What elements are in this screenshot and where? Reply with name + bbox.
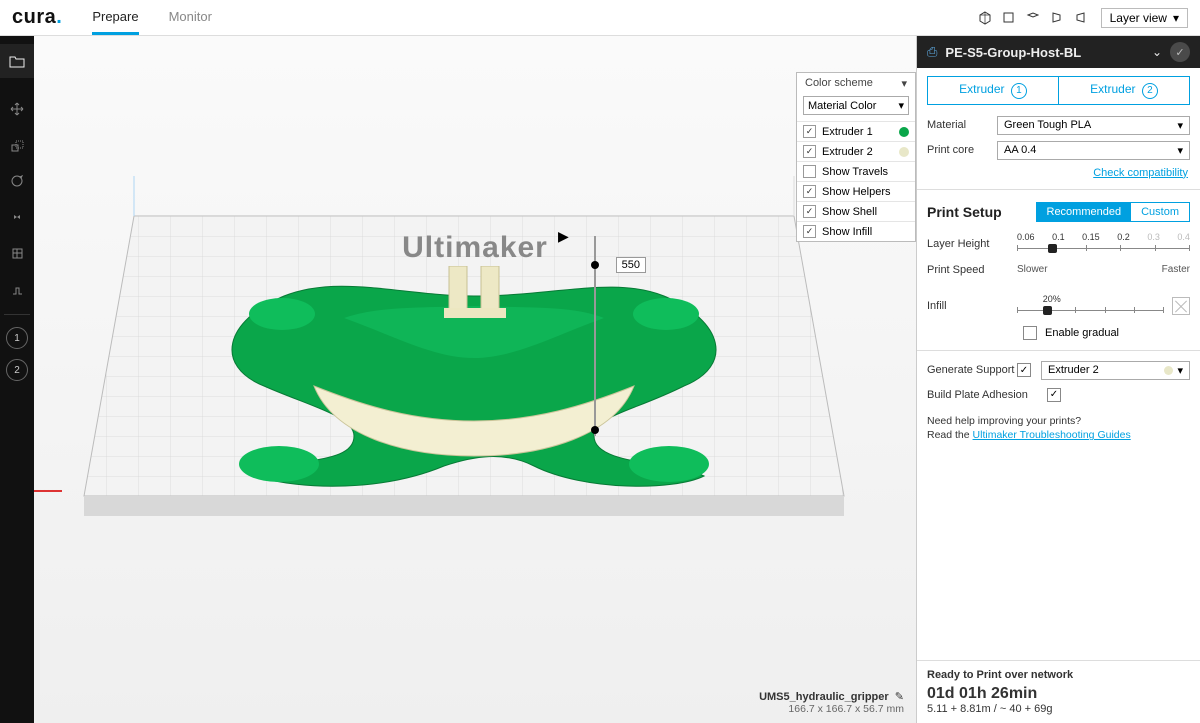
swatch-extruder-1 bbox=[899, 127, 909, 137]
layer-height-label: Layer Height bbox=[927, 238, 1017, 250]
troubleshooting-link[interactable]: Ultimaker Troubleshooting Guides bbox=[973, 429, 1131, 441]
layer-slider-bottom-knob[interactable] bbox=[591, 426, 599, 434]
per-model-tool[interactable] bbox=[0, 236, 34, 270]
model-dimensions: 166.7 x 166.7 x 56.7 mm bbox=[788, 703, 904, 715]
material-select[interactable]: Green Tough PLA▾ bbox=[997, 116, 1190, 135]
support-blocker-tool[interactable] bbox=[0, 272, 34, 306]
open-file-button[interactable] bbox=[0, 44, 34, 78]
label-extruder-2: Extruder 2 bbox=[822, 146, 873, 158]
layer-view-options: Color scheme ▾ Material Color▾ ✓ Extruder … bbox=[796, 72, 916, 242]
printer-icon: ⎙ bbox=[927, 44, 937, 60]
extruder-badge-2[interactable]: 2 bbox=[6, 359, 28, 381]
tab-prepare[interactable]: Prepare bbox=[92, 1, 138, 35]
view-left-icon[interactable] bbox=[1047, 8, 1067, 28]
material-label: Material bbox=[927, 119, 989, 131]
support-checkbox[interactable]: ✓ bbox=[1017, 363, 1031, 377]
checkbox-extruder-2[interactable]: ✓ bbox=[803, 145, 816, 158]
checkbox-helpers[interactable]: ✓ bbox=[803, 185, 816, 198]
axis-mark bbox=[34, 490, 62, 492]
mode-custom[interactable]: Custom bbox=[1131, 203, 1189, 221]
infill-label: Infill bbox=[927, 300, 1017, 312]
chevron-down-icon[interactable]: ▾ bbox=[901, 77, 907, 90]
label-travels: Show Travels bbox=[822, 166, 888, 178]
label-shell: Show Shell bbox=[822, 206, 877, 218]
brand-label: Ultimaker bbox=[402, 231, 548, 265]
viewport-3d[interactable]: Ultimaker ▶ 550 bbox=[34, 36, 916, 723]
print-setup-title: Print Setup bbox=[927, 204, 1002, 220]
help-question: Need help improving your prints? bbox=[927, 415, 1081, 427]
view-top-icon[interactable] bbox=[1023, 8, 1043, 28]
model-preview bbox=[194, 266, 754, 496]
mode-recommended[interactable]: Recommended bbox=[1037, 203, 1132, 221]
checkbox-shell[interactable]: ✓ bbox=[803, 205, 816, 218]
model-name: UMS5_hydraulic_gripper bbox=[759, 691, 889, 703]
color-scheme-label: Color scheme bbox=[805, 77, 873, 90]
checkbox-extruder-1[interactable]: ✓ bbox=[803, 125, 816, 138]
print-speed-label: Print Speed bbox=[927, 264, 1017, 276]
extruder-2-tab[interactable]: Extruder 2 bbox=[1058, 77, 1189, 104]
support-label: Generate Support bbox=[927, 364, 1017, 376]
rotate-tool[interactable] bbox=[0, 164, 34, 198]
printcore-label: Print core bbox=[927, 144, 989, 156]
status-title: Ready to Print over network bbox=[927, 669, 1190, 681]
checkbox-infill[interactable]: ✓ bbox=[803, 225, 816, 238]
adhesion-label: Build Plate Adhesion bbox=[927, 389, 1047, 401]
label-infill: Show Infill bbox=[822, 226, 872, 238]
view-front-icon[interactable] bbox=[999, 8, 1019, 28]
layer-slider-top-knob[interactable] bbox=[591, 261, 599, 269]
extruder-badge-1[interactable]: 1 bbox=[6, 327, 28, 349]
infill-slider[interactable] bbox=[1017, 304, 1164, 318]
check-compatibility-link[interactable]: Check compatibility bbox=[917, 163, 1200, 183]
printer-select[interactable]: ⎙ PE-S5-Group-Host-BL ⌄ ✓ bbox=[917, 36, 1200, 68]
infill-pattern-icon[interactable] bbox=[1172, 297, 1190, 315]
status-detail: 5.11 + 8.81m / ~ 40 + 69g bbox=[927, 703, 1190, 715]
checkbox-travels[interactable] bbox=[803, 165, 816, 178]
layer-height-slider[interactable] bbox=[1017, 242, 1190, 256]
mirror-tool[interactable] bbox=[0, 200, 34, 234]
move-tool[interactable] bbox=[0, 92, 34, 126]
enable-gradual-checkbox[interactable] bbox=[1023, 326, 1037, 340]
view-right-icon[interactable] bbox=[1071, 8, 1091, 28]
color-scheme-select[interactable]: Material Color▾ bbox=[803, 96, 909, 115]
printer-name: PE-S5-Group-Host-BL bbox=[945, 45, 1081, 60]
label-extruder-1: Extruder 1 bbox=[822, 126, 873, 138]
tool-sidebar: 1 2 bbox=[0, 36, 34, 723]
swatch-extruder-2 bbox=[899, 147, 909, 157]
printcore-select[interactable]: AA 0.4▾ bbox=[997, 141, 1190, 160]
app-logo: cura. bbox=[12, 6, 62, 29]
view-mode-select[interactable]: Layer view▾ bbox=[1101, 8, 1188, 28]
tab-monitor[interactable]: Monitor bbox=[169, 1, 212, 35]
extruder-1-tab[interactable]: Extruder 1 bbox=[928, 77, 1058, 104]
scale-tool[interactable] bbox=[0, 128, 34, 162]
label-helpers: Show Helpers bbox=[822, 186, 890, 198]
support-extruder-select[interactable]: Extruder 2▾ bbox=[1041, 361, 1190, 380]
layer-value: 550 bbox=[616, 257, 646, 273]
status-time: 01d 01h 26min bbox=[927, 685, 1190, 703]
enable-gradual-label: Enable gradual bbox=[1045, 327, 1119, 339]
layer-slider[interactable]: ▶ 550 bbox=[576, 236, 616, 436]
chevron-down-icon: ▾ bbox=[1173, 11, 1179, 25]
edit-icon[interactable]: ✎ bbox=[892, 691, 904, 703]
chevron-down-icon[interactable]: ⌄ bbox=[1152, 45, 1162, 59]
play-icon[interactable]: ▶ bbox=[558, 228, 569, 245]
printer-status-icon[interactable]: ✓ bbox=[1170, 42, 1190, 62]
view-3d-icon[interactable] bbox=[975, 8, 995, 28]
adhesion-checkbox[interactable]: ✓ bbox=[1047, 388, 1061, 402]
